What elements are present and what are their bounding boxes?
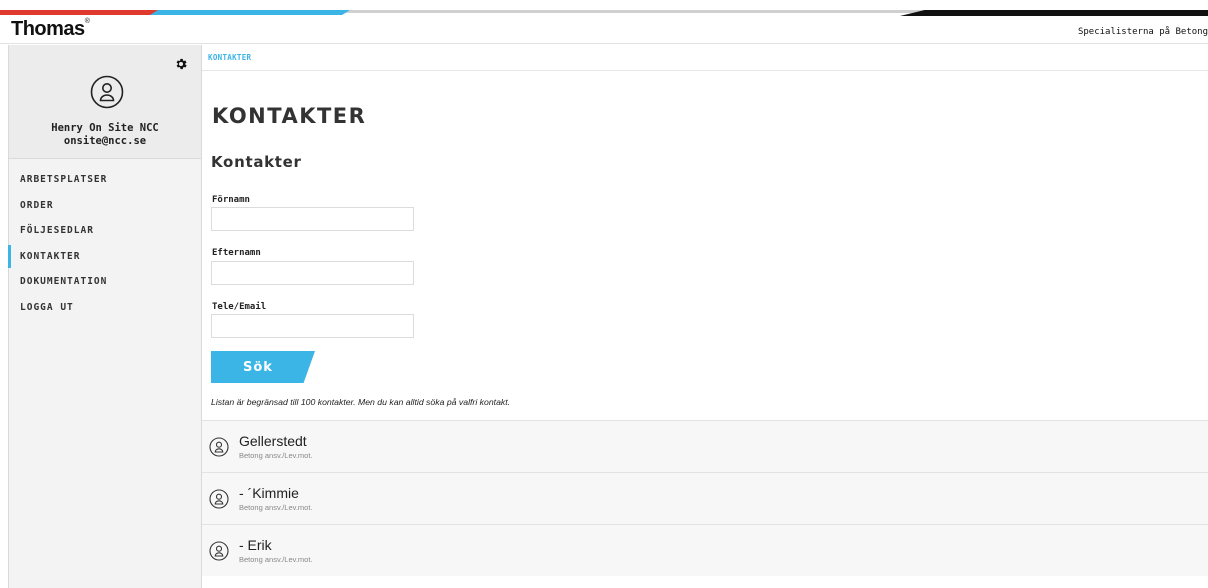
contact-name: - Erik	[239, 537, 272, 553]
user-circle-icon	[90, 75, 124, 109]
nav-item-order[interactable]: ORDER	[9, 197, 201, 223]
stripe-red	[0, 10, 160, 15]
breadcrumb[interactable]: KONTAKTER	[208, 53, 251, 62]
first-name-input[interactable]	[211, 207, 414, 231]
user-email: onsite@ncc.se	[63, 135, 147, 147]
page-title: KONTAKTER	[212, 104, 367, 128]
stripe-blue	[150, 10, 350, 15]
main-content: KONTAKTER KONTAKTER Kontakter Förnamn Ef…	[202, 45, 1208, 588]
contact-list: Gellerstedt Betong ansv./Lev.mot. - ´Kim…	[202, 420, 1208, 576]
breadcrumb-divider	[202, 70, 1208, 71]
user-name: Henry On Site NCC	[51, 122, 159, 134]
logo-text: Thomas	[11, 18, 85, 40]
sidebar: Henry On Site NCC onsite@ncc.se ARBETSPL…	[8, 45, 202, 588]
list-limit-notice: Listan är begränsad till 100 kontakter. …	[211, 397, 511, 407]
last-name-label: Efternamn	[212, 248, 261, 258]
contact-row[interactable]: - Erik Betong ansv./Lev.mot.	[202, 524, 1208, 576]
contact-label: Tele/Email	[212, 302, 267, 312]
user-circle-icon	[209, 541, 229, 561]
top-stripe	[0, 0, 1208, 16]
section-title: Kontakter	[211, 153, 302, 171]
sidebar-nav: ARBETSPLATSER ORDER FÖLJESEDLAR KONTAKTE…	[8, 171, 201, 325]
contact-role: Betong ansv./Lev.mot.	[239, 451, 313, 460]
nav-item-kontakter[interactable]: KONTAKTER	[8, 244, 201, 274]
contact-name: - ´Kimmie	[239, 485, 299, 501]
nav-item-logga-ut[interactable]: LOGGA UT	[9, 299, 201, 325]
app-header: Thomas® Specialisterna på Betong	[0, 16, 1208, 44]
nav-item-foljesedlar[interactable]: FÖLJESEDLAR	[9, 222, 201, 248]
contact-row[interactable]: Gellerstedt Betong ansv./Lev.mot.	[202, 420, 1208, 472]
header-tagline: Specialisterna på Betong	[1077, 27, 1208, 37]
gear-icon[interactable]	[174, 57, 188, 71]
user-circle-icon	[209, 489, 229, 509]
contact-name: Gellerstedt	[239, 433, 307, 449]
contact-role: Betong ansv./Lev.mot.	[239, 555, 313, 564]
contact-role: Betong ansv./Lev.mot.	[239, 503, 313, 512]
profile-panel: Henry On Site NCC onsite@ncc.se	[9, 45, 201, 159]
contact-row[interactable]: - ´Kimmie Betong ansv./Lev.mot.	[202, 472, 1208, 524]
last-name-input[interactable]	[211, 261, 414, 285]
nav-item-arbetsplatser[interactable]: ARBETSPLATSER	[9, 171, 201, 197]
search-button[interactable]: Sök	[211, 351, 315, 383]
contact-input[interactable]	[211, 314, 414, 338]
logo[interactable]: Thomas®	[11, 18, 90, 41]
nav-item-dokumentation[interactable]: DOKUMENTATION	[9, 273, 201, 299]
logo-registered-mark: ®	[84, 18, 90, 25]
user-circle-icon	[209, 437, 229, 457]
first-name-label: Förnamn	[212, 195, 250, 205]
